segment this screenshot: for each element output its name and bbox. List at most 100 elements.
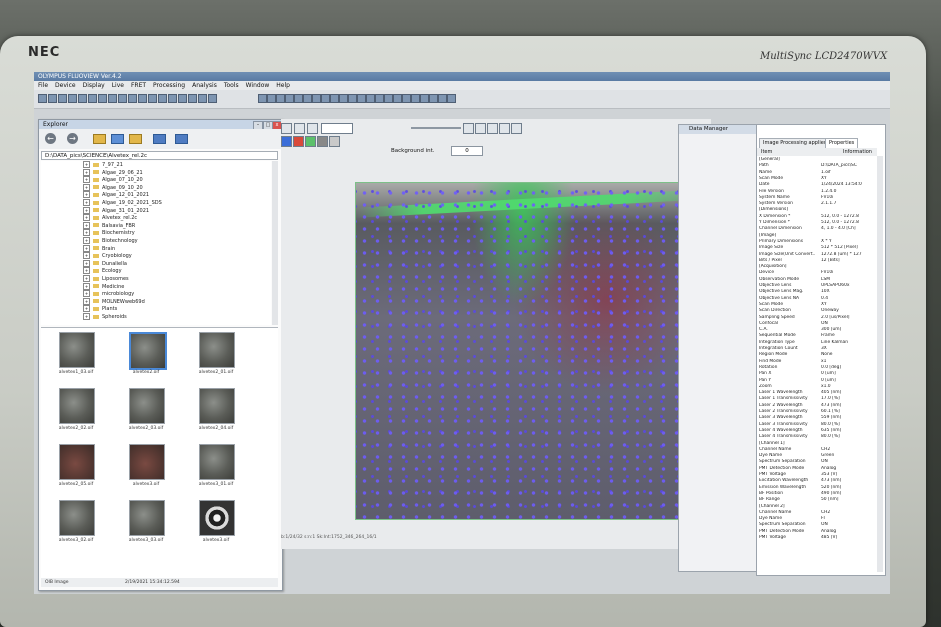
menu-item-fret[interactable]: FRET	[131, 81, 146, 90]
path-field[interactable]: D:\DATA_pics\SCIENCE\Alvetex_rel.2c	[41, 151, 278, 160]
expand-icon[interactable]: +	[83, 252, 90, 260]
expand-icon[interactable]: +	[83, 214, 90, 222]
toolbar-button-icon[interactable]	[258, 94, 267, 103]
view-mode-icon[interactable]	[153, 134, 166, 144]
toolbar-button-icon[interactable]	[285, 94, 294, 103]
toolbar-button-icon[interactable]	[108, 94, 117, 103]
expand-icon[interactable]: +	[83, 191, 90, 199]
thumbnail-image[interactable]	[129, 388, 165, 424]
expand-icon[interactable]: +	[83, 290, 90, 298]
thumbnail-image[interactable]	[199, 332, 235, 368]
last-frame-icon[interactable]	[487, 123, 498, 134]
toolbar-button-icon[interactable]	[188, 94, 197, 103]
toolbar-button-icon[interactable]	[303, 94, 312, 103]
next-frame-icon[interactable]	[475, 123, 486, 134]
toolbar-button-icon[interactable]	[321, 94, 330, 103]
zoom-in-icon[interactable]	[281, 123, 292, 134]
thumbnail-image[interactable]	[199, 500, 235, 536]
thumbnail-image[interactable]	[129, 332, 167, 370]
forward-arrow-icon[interactable]: →	[67, 133, 78, 144]
toolbar-button-icon[interactable]	[420, 94, 429, 103]
menu-item-help[interactable]: Help	[276, 81, 290, 90]
menu-item-display[interactable]: Display	[83, 81, 105, 90]
toolbar-button-icon[interactable]	[357, 94, 366, 103]
toolbar-button-icon[interactable]	[366, 94, 375, 103]
lut-gray-icon[interactable]	[317, 136, 328, 147]
expand-icon[interactable]: +	[83, 183, 90, 191]
expand-icon[interactable]: +	[83, 237, 90, 244]
toolbar-button-icon[interactable]	[447, 94, 456, 103]
thumbnail-image[interactable]	[59, 444, 95, 480]
microscopy-image[interactable]	[355, 182, 691, 520]
lut-merge-icon[interactable]	[329, 136, 340, 147]
lut-red-icon[interactable]	[293, 136, 304, 147]
channel-icon[interactable]	[499, 123, 510, 134]
thumbnail-image[interactable]	[59, 388, 95, 424]
expand-icon[interactable]: +	[83, 199, 90, 206]
expand-icon[interactable]: +	[83, 229, 90, 237]
properties-scrollbar[interactable]	[877, 156, 883, 572]
toolbar-button-icon[interactable]	[276, 94, 285, 103]
zoom-fit-icon[interactable]	[294, 123, 305, 134]
thumbnail-image[interactable]	[59, 500, 95, 536]
thumbnail-image[interactable]	[129, 444, 165, 480]
toolbar-button-icon[interactable]	[98, 94, 107, 103]
toolbar-button-icon[interactable]	[330, 94, 339, 103]
property-row[interactable]: PMT Voltage 485 [V]	[759, 535, 877, 541]
expand-icon[interactable]: +	[83, 244, 90, 252]
toolbar-button-icon[interactable]	[438, 94, 447, 103]
expand-icon[interactable]: +	[83, 305, 90, 313]
thumbnail-view-icon[interactable]	[175, 134, 188, 144]
back-arrow-icon[interactable]: ←	[45, 133, 56, 144]
expand-icon[interactable]: +	[83, 275, 90, 282]
open-folder-icon[interactable]	[129, 134, 142, 144]
play-icon[interactable]	[463, 123, 474, 134]
menu-item-window[interactable]: Window	[246, 81, 270, 90]
thumbnail-image[interactable]	[199, 444, 235, 480]
zoom-value-field[interactable]	[321, 123, 353, 134]
expand-icon[interactable]: +	[83, 221, 90, 229]
expand-icon[interactable]: +	[83, 313, 90, 320]
toolbar-button-icon[interactable]	[198, 94, 207, 103]
toolbar-button-icon[interactable]	[208, 94, 217, 103]
toolbar-button-icon[interactable]	[48, 94, 57, 103]
toolbar-button-icon[interactable]	[138, 94, 147, 103]
zoom-out-icon[interactable]	[307, 123, 318, 134]
expand-icon[interactable]: +	[83, 282, 90, 290]
expand-icon[interactable]: +	[83, 297, 90, 305]
toolbar-button-icon[interactable]	[68, 94, 77, 103]
toolbar-button-icon[interactable]	[128, 94, 137, 103]
menu-item-processing[interactable]: Processing	[153, 81, 185, 90]
folder-up-icon[interactable]	[93, 134, 106, 144]
thumbnail-image[interactable]	[199, 388, 235, 424]
overlay-icon[interactable]	[511, 123, 522, 134]
toolbar-button-icon[interactable]	[411, 94, 420, 103]
toolbar-button-icon[interactable]	[118, 94, 127, 103]
toolbar-button-icon[interactable]	[168, 94, 177, 103]
toolbar-button-icon[interactable]	[393, 94, 402, 103]
expand-icon[interactable]: +	[83, 161, 90, 168]
expand-icon[interactable]: +	[83, 259, 90, 267]
toolbar-button-icon[interactable]	[88, 94, 97, 103]
frame-slider[interactable]	[411, 127, 461, 129]
menu-item-device[interactable]: Device	[55, 81, 76, 90]
menu-item-tools[interactable]: Tools	[224, 81, 239, 90]
tree-item[interactable]: + Spheroids	[83, 313, 127, 321]
toolbar-button-icon[interactable]	[267, 94, 276, 103]
toolbar-button-icon[interactable]	[375, 94, 384, 103]
toolbar-button-icon[interactable]	[402, 94, 411, 103]
tree-scrollbar[interactable]	[272, 161, 278, 325]
toolbar-button-icon[interactable]	[148, 94, 157, 103]
toolbar-button-icon[interactable]	[38, 94, 47, 103]
toolbar-button-icon[interactable]	[348, 94, 357, 103]
thumbnail-image[interactable]	[129, 500, 165, 536]
toolbar-button-icon[interactable]	[312, 94, 321, 103]
lut-blue-icon[interactable]	[281, 136, 292, 147]
toolbar-button-icon[interactable]	[384, 94, 393, 103]
toolbar-button-icon[interactable]	[58, 94, 67, 103]
thumbnail-image[interactable]	[59, 332, 95, 368]
refresh-icon[interactable]	[111, 134, 124, 144]
menu-item-analysis[interactable]: Analysis	[192, 81, 217, 90]
expand-icon[interactable]: +	[83, 176, 90, 184]
toolbar-button-icon[interactable]	[339, 94, 348, 103]
